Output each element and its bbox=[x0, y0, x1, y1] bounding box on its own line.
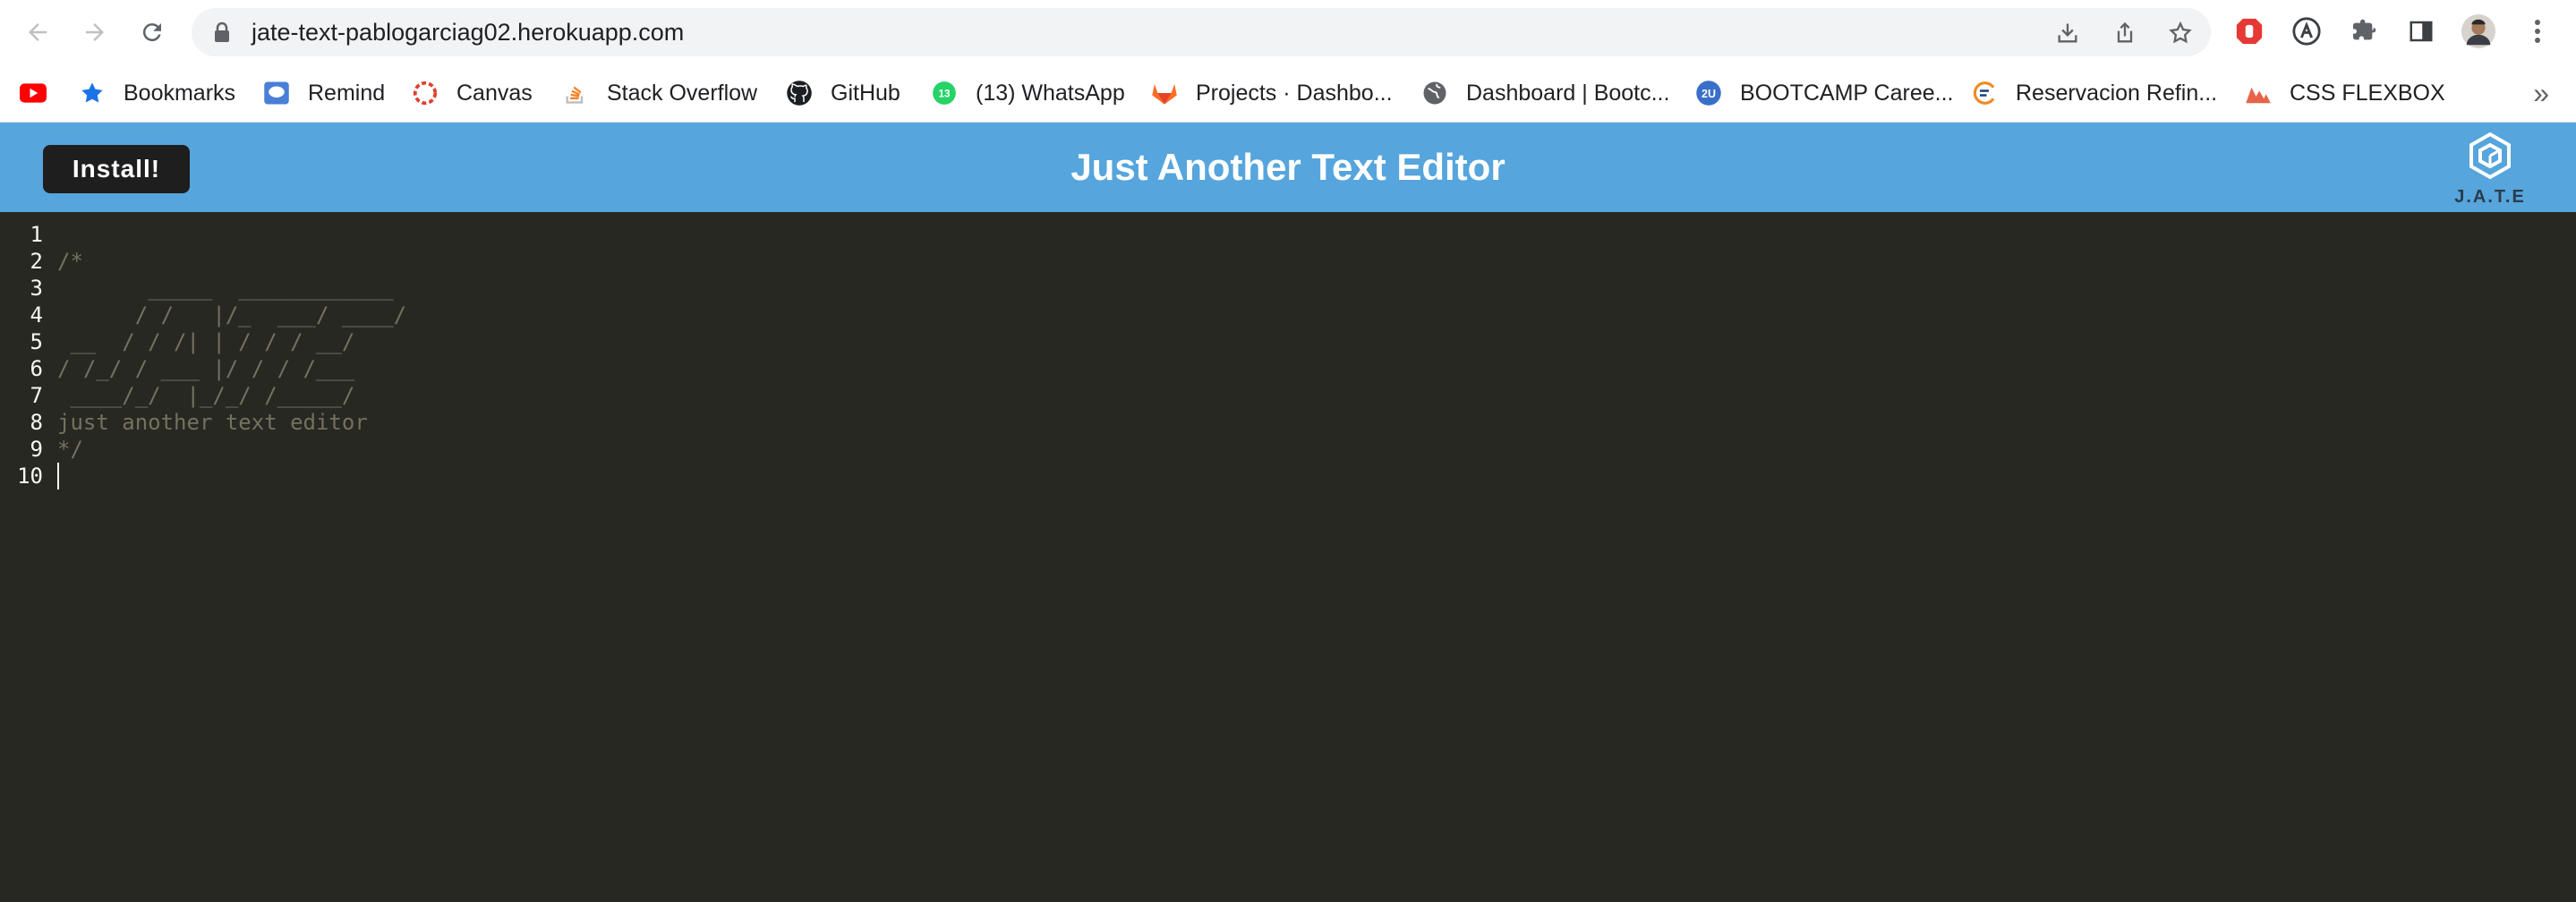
line-number-gutter: 1 2 3 4 5 6 7 8 9 10 bbox=[0, 221, 50, 489]
bookmark-dashboard-bootcamp[interactable]: Dashboard | Bootc... bbox=[1421, 64, 1669, 122]
code-line[interactable]: /* bbox=[57, 248, 406, 275]
jate-logo: J.A.T.E bbox=[2445, 132, 2535, 210]
line-number: 6 bbox=[30, 356, 43, 381]
page-title: Just Another Text Editor bbox=[1070, 146, 1506, 188]
url-text[interactable]: jate-text-pablogarciag02.herokuapp.com bbox=[252, 8, 684, 56]
bookmark-canvas[interactable]: Canvas bbox=[412, 64, 533, 122]
accessibility-extension-icon[interactable] bbox=[2290, 14, 2324, 48]
star-icon bbox=[79, 80, 106, 106]
cssflexbox-icon bbox=[2245, 80, 2272, 106]
remind-icon bbox=[263, 80, 290, 106]
address-bar[interactable]: jate-text-pablogarciag02.herokuapp.com bbox=[192, 8, 2211, 56]
svg-text:2U: 2U bbox=[1702, 88, 1716, 100]
browser-toolbar: jate-text-pablogarciag02.herokuapp.com bbox=[0, 0, 2576, 64]
line-number: 1 bbox=[30, 222, 43, 247]
bookmark-reservacion[interactable]: Reservacion Refin... bbox=[1971, 64, 2217, 122]
line-number: 3 bbox=[30, 276, 43, 301]
bookmark-label: CSS FLEXBOX bbox=[2290, 80, 2445, 106]
whatsapp-icon: 13 bbox=[931, 80, 958, 106]
code-line[interactable]: _____ ____________ bbox=[57, 275, 406, 302]
code-line[interactable]: / / |/_ ___/ ____/ bbox=[57, 302, 406, 328]
bookmark-label: Projects · Dashbo... bbox=[1196, 80, 1393, 106]
code-line[interactable]: __ / / /| | / / / __/ bbox=[57, 328, 406, 355]
bookmark-label: Reservacion Refin... bbox=[2016, 80, 2218, 106]
back-arrow-icon bbox=[29, 23, 47, 41]
line-number: 2 bbox=[30, 249, 43, 274]
code-line[interactable]: / /_/ / ___ |/ / / /___ bbox=[57, 355, 406, 382]
lock-icon bbox=[215, 21, 229, 42]
bookmark-label: Canvas bbox=[456, 80, 533, 106]
profile-avatar[interactable] bbox=[2461, 14, 2495, 48]
bookmark-label: Remind bbox=[308, 80, 386, 106]
stackoverflow-icon bbox=[562, 80, 589, 106]
bookmark-css-flexbox[interactable]: CSS FLEXBOX bbox=[2245, 64, 2445, 122]
bookmark-label: Stack Overflow bbox=[607, 80, 758, 106]
bookmark-label: (13) WhatsApp bbox=[976, 80, 1125, 106]
line-number: 8 bbox=[30, 410, 43, 435]
chrome-menu-icon[interactable] bbox=[2521, 14, 2555, 48]
reload-icon bbox=[142, 23, 161, 42]
bookmark-gitlab-projects[interactable]: Projects · Dashbo... bbox=[1151, 64, 1393, 122]
line-number: 5 bbox=[30, 329, 43, 354]
forward-button[interactable] bbox=[77, 14, 113, 50]
code-line[interactable] bbox=[57, 221, 406, 248]
extensions-puzzle-icon[interactable] bbox=[2347, 14, 2381, 48]
github-icon bbox=[786, 80, 813, 106]
app-header: Just Another Text Editor Install! J.A.T.… bbox=[0, 123, 2576, 212]
bookmark-bookmarks[interactable]: Bookmarks bbox=[79, 64, 235, 122]
line-number: 10 bbox=[17, 464, 43, 489]
youtube-icon bbox=[20, 80, 47, 106]
code-lines[interactable]: /* _____ ____________ / / |/_ ___/ ____/… bbox=[57, 221, 406, 489]
line-number: 7 bbox=[30, 383, 43, 408]
canvas-icon bbox=[412, 80, 439, 106]
bookmark-github[interactable]: GitHub bbox=[786, 64, 900, 122]
code-line[interactable]: ____/_/ |_/_/ /_____/ bbox=[57, 382, 406, 409]
logo-icon bbox=[2469, 132, 2511, 180]
back-button[interactable] bbox=[20, 14, 55, 50]
code-line[interactable] bbox=[57, 463, 406, 489]
code-editor[interactable]: 1 2 3 4 5 6 7 8 9 10 /* _____ __________… bbox=[0, 212, 2576, 902]
line-number: 4 bbox=[30, 302, 43, 328]
code-line[interactable]: */ bbox=[57, 436, 406, 463]
install-button[interactable]: Install! bbox=[43, 145, 190, 193]
forward-arrow-icon bbox=[86, 23, 104, 41]
bookmark-remind[interactable]: Remind bbox=[263, 64, 385, 122]
logo-text: J.A.T.E bbox=[2454, 187, 2526, 207]
bookmarks-bar: Bookmarks Remind Canvas Stack Overflow G… bbox=[0, 64, 2576, 123]
share-icon[interactable] bbox=[2112, 21, 2137, 46]
bookmark-label: BOOTCAMP Caree... bbox=[1740, 80, 1954, 106]
bookmark-label: Bookmarks bbox=[124, 80, 236, 106]
bookmark-star-icon[interactable] bbox=[2168, 21, 2193, 46]
code-line[interactable]: just another text editor bbox=[57, 409, 406, 436]
side-panel-icon[interactable] bbox=[2404, 14, 2438, 48]
bookmark-stackoverflow[interactable]: Stack Overflow bbox=[562, 64, 757, 122]
bookmarks-overflow-button[interactable]: » bbox=[2533, 64, 2549, 122]
bookmark-youtube[interactable] bbox=[20, 64, 47, 122]
install-app-icon[interactable] bbox=[2055, 21, 2080, 46]
bookmark-bootcamp-careers[interactable]: 2U BOOTCAMP Caree... bbox=[1695, 64, 1954, 122]
bookmark-label: GitHub bbox=[831, 80, 900, 106]
svg-text:13: 13 bbox=[939, 89, 951, 100]
line-number: 9 bbox=[30, 437, 43, 462]
gitlab-icon bbox=[1151, 80, 1178, 106]
reservacion-icon bbox=[1971, 80, 1998, 106]
bookmark-whatsapp[interactable]: 13 (13) WhatsApp bbox=[931, 64, 1125, 122]
text-cursor bbox=[57, 463, 59, 489]
adblock-icon[interactable] bbox=[2232, 14, 2266, 48]
globe-icon bbox=[1421, 80, 1448, 106]
reload-button[interactable] bbox=[134, 14, 170, 50]
2u-icon: 2U bbox=[1695, 80, 1722, 106]
bookmark-label: Dashboard | Bootc... bbox=[1466, 80, 1670, 106]
